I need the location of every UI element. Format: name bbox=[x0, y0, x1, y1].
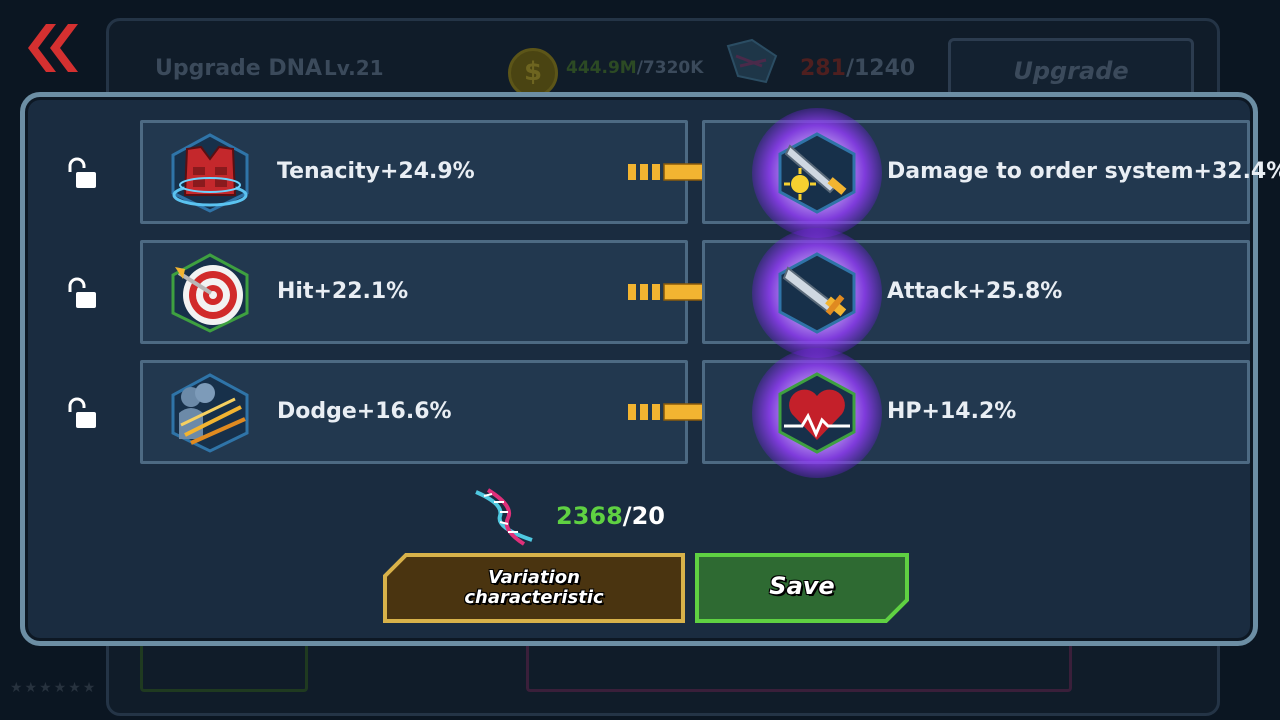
unlock-icon-row-1[interactable] bbox=[64, 156, 100, 192]
dna-cost: 2368/20 bbox=[470, 486, 690, 546]
back-chevron-icon[interactable] bbox=[22, 22, 86, 74]
variation-label-line-2: characteristic bbox=[464, 587, 604, 608]
bg-gold-need: /7320K bbox=[636, 58, 704, 78]
bg-bottom-right-button bbox=[526, 642, 1072, 692]
variation-button-label: Variation characteristic bbox=[382, 568, 686, 608]
variation-characteristic-button[interactable]: Variation characteristic bbox=[382, 552, 686, 623]
unlock-icon-row-3[interactable] bbox=[64, 396, 100, 432]
current-stat-label-2: Hit+22.1% bbox=[277, 279, 409, 304]
unlock-icon-row-2[interactable] bbox=[64, 276, 100, 312]
bg-title: Upgrade DNA bbox=[155, 56, 323, 81]
bg-gold-count: 444.9M/7320K bbox=[566, 58, 703, 78]
bg-material-have: 281 bbox=[800, 56, 846, 81]
result-stat-label-1: Damage to order system+32.4% bbox=[887, 159, 1280, 184]
save-button[interactable]: Save bbox=[694, 552, 910, 623]
current-stat-label-1: Tenacity+24.9% bbox=[277, 159, 475, 184]
result-stat-label-3: HP+14.2% bbox=[887, 399, 1017, 424]
current-stat-label-3: Dodge+16.6% bbox=[277, 399, 452, 424]
result-glow-3 bbox=[752, 348, 882, 478]
variation-label-line-1: Variation bbox=[488, 567, 580, 588]
bg-material-need: /1240 bbox=[845, 56, 916, 81]
dna-count: 2368/20 bbox=[556, 502, 665, 530]
result-stat-label-2: Attack+25.8% bbox=[887, 279, 1063, 304]
current-stat-cell-3: Dodge+16.6% bbox=[140, 360, 688, 464]
vest-icon bbox=[171, 133, 249, 213]
dna-icon bbox=[475, 488, 533, 546]
bg-stars-decoration: ★★★★★★ bbox=[10, 680, 98, 696]
material-icon bbox=[726, 38, 778, 84]
heart-icon bbox=[778, 372, 856, 454]
current-stat-cell-2: Hit+22.1% bbox=[140, 240, 688, 344]
bg-upgrade-label: Upgrade bbox=[1013, 57, 1129, 85]
result-glow-2 bbox=[752, 228, 882, 358]
target-icon bbox=[171, 253, 249, 333]
bg-gold-have: 444.9M bbox=[566, 58, 637, 78]
sword-sun-icon bbox=[778, 132, 856, 214]
dodge-icon bbox=[171, 373, 249, 453]
dna-have: 2368 bbox=[556, 502, 623, 530]
bg-bottom-left-button bbox=[140, 642, 308, 692]
dna-need: /20 bbox=[622, 502, 665, 530]
sword-icon bbox=[778, 252, 856, 334]
bg-level: Lv.21 bbox=[324, 56, 384, 80]
result-glow-1 bbox=[752, 108, 882, 238]
save-button-label: Save bbox=[769, 572, 835, 600]
current-stat-cell-1: Tenacity+24.9% bbox=[140, 120, 688, 224]
coin-icon: $ bbox=[508, 48, 558, 98]
bg-material-count: 281/1240 bbox=[800, 56, 915, 81]
